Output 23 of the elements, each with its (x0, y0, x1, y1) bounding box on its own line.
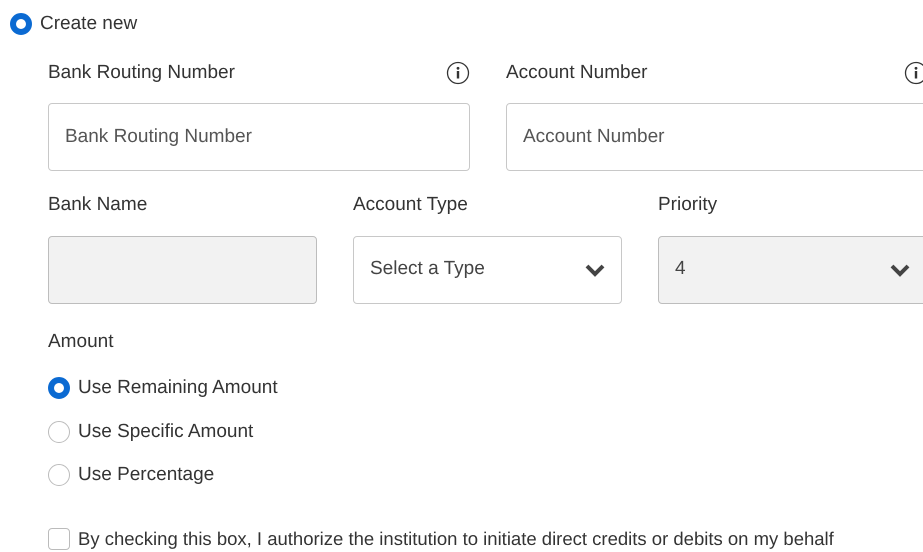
section-label: Amount (48, 330, 114, 354)
chevron-icon (890, 262, 910, 276)
text-field[interactable]: Account Number (506, 103, 923, 171)
field-label: Priority (658, 193, 718, 217)
info-icon[interactable] (904, 60, 923, 85)
checkbox-label: By checking this box, I authorize the institution to initiate direct credits or debits on my behalf (78, 528, 834, 550)
radio-button[interactable] (48, 464, 70, 486)
radio-button[interactable] (48, 420, 70, 443)
option-label: Use Specific Amount (78, 420, 254, 444)
dropdown-field[interactable]: Select a Type (353, 236, 622, 304)
field-label: Bank Name (48, 193, 148, 217)
chevron-icon (585, 262, 605, 276)
field-label: Account Type (353, 193, 468, 217)
text-field[interactable]: Bank Routing Number (48, 103, 470, 171)
option-label: Create new (40, 12, 138, 36)
option-label: Use Remaining Amount (78, 376, 278, 400)
radio-button[interactable] (48, 377, 70, 400)
option-label: Use Percentage (78, 463, 214, 487)
field-label: Bank Routing Number (48, 60, 235, 84)
info-icon[interactable] (446, 60, 470, 85)
radio-button[interactable] (10, 13, 32, 36)
field-label: Account Number (506, 60, 648, 84)
checkbox[interactable] (48, 528, 70, 550)
